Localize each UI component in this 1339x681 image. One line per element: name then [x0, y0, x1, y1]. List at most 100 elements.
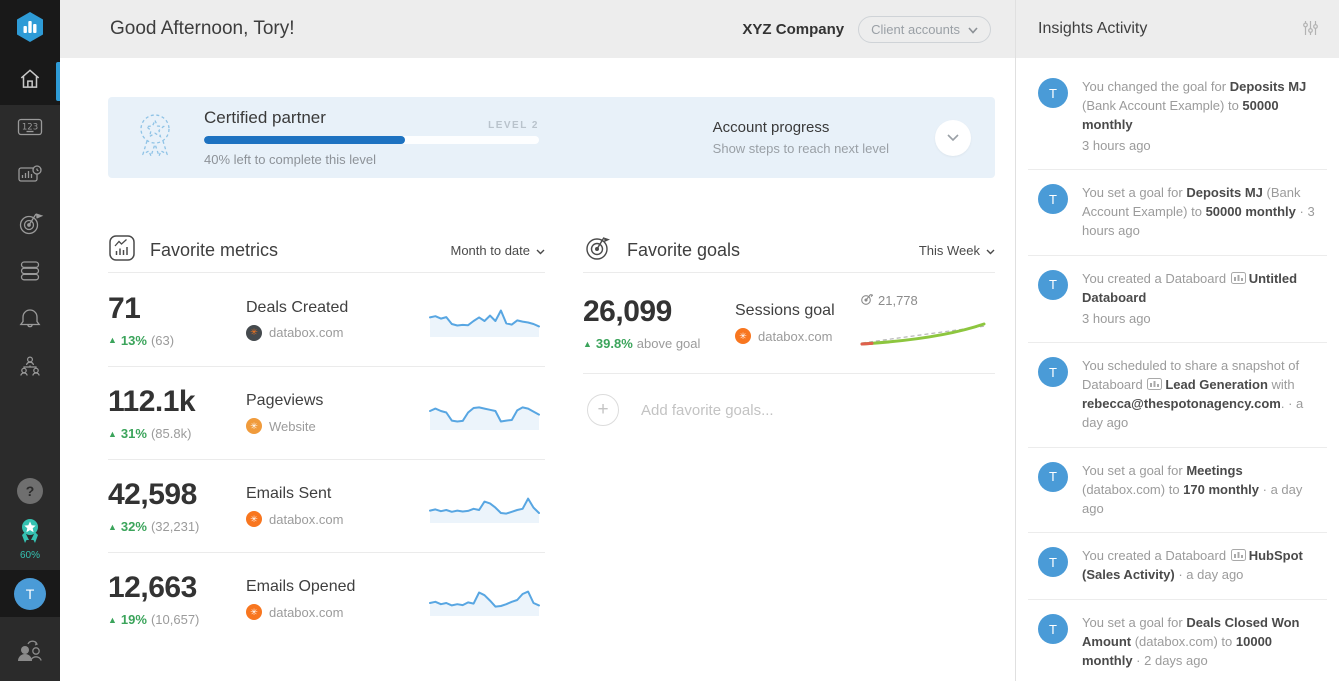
plus-icon: +	[587, 394, 619, 426]
metric-sparkline	[427, 485, 545, 527]
metric-source-label: databox.com	[269, 605, 343, 620]
account-progress-text: Account progress Show steps to reach nex…	[713, 119, 889, 156]
sidebar-item-datasources[interactable]	[0, 249, 60, 297]
activity-item[interactable]: TYou created a Databoard HubSpot (Sales …	[1028, 532, 1327, 599]
home-icon	[17, 66, 43, 97]
goals-target-icon	[583, 233, 613, 268]
sidebar-item-alerts[interactable]	[0, 297, 60, 345]
metric-label: Deals Created	[246, 299, 427, 317]
activity-text: You changed the goal for Deposits MJ (Ba…	[1082, 78, 1323, 155]
metric-row[interactable]: 112.1k▲31%(85.8k)Pageviews✳Website	[108, 366, 545, 459]
metric-label: Emails Opened	[246, 578, 427, 596]
activity-timestamp: 2 days ago	[1144, 653, 1208, 668]
account-progress-title: Account progress	[713, 119, 889, 136]
hubspot-orange-source-icon: ✳	[246, 511, 262, 527]
goals-range-dropdown[interactable]: This Week	[919, 243, 995, 258]
target-icon	[860, 293, 873, 309]
sidebar-item-databoards[interactable]	[0, 153, 60, 201]
metric-sparkline	[427, 578, 545, 620]
goal-target-value: 21,778	[878, 293, 918, 308]
client-accounts-label: Client accounts	[871, 22, 960, 37]
active-indicator	[56, 62, 60, 101]
activity-filter-button[interactable]	[1298, 15, 1323, 44]
metric-value: 12,663	[108, 571, 246, 605]
partner-banner-subtitle: 40% left to complete this level	[204, 152, 539, 167]
metric-value: 42,598	[108, 478, 246, 512]
metric-delta: ▲13%(63)	[108, 333, 246, 348]
activity-item[interactable]: TYou set a goal for Deals Closed Won Amo…	[1028, 599, 1327, 681]
activity-timestamp: a day ago	[1186, 567, 1243, 582]
activity-text-segment: (databox.com) to	[1082, 482, 1183, 497]
user-avatar[interactable]: T	[0, 570, 60, 617]
metrics-chart-icon	[108, 234, 136, 267]
sidebar-item-referral[interactable]	[0, 626, 60, 681]
people-switch-icon	[15, 638, 45, 669]
activity-row: TYou set a goal for Deals Closed Won Amo…	[1038, 614, 1323, 671]
metric-delta: ▲31%(85.8k)	[108, 426, 246, 441]
metric-info: Emails Sent✳databox.com	[246, 485, 427, 527]
activity-item[interactable]: TYou scheduled to share a snapshot of Da…	[1028, 342, 1327, 446]
activity-row: TYou set a goal for Deposits MJ (Bank Ac…	[1038, 184, 1323, 241]
help-button[interactable]: ?	[17, 478, 43, 504]
goal-source-label: databox.com	[758, 329, 832, 344]
favorite-metrics-section: Favorite metrics Month to date 71▲13%(63…	[108, 228, 545, 645]
org-chart-icon	[16, 353, 44, 386]
metric-row[interactable]: 42,598▲32%(32,231)Emails Sent✳databox.co…	[108, 459, 545, 552]
metric-row[interactable]: 12,663▲19%(10,657)Emails Opened✳databox.…	[108, 552, 545, 645]
goal-info: Sessions goal✳databox.com	[735, 302, 860, 344]
activity-avatar: T	[1038, 184, 1068, 214]
metric-sparkline	[427, 299, 545, 341]
goal-row[interactable]: 26,099▲39.8%above goalSessions goal✳data…	[583, 273, 995, 373]
databox-logo[interactable]	[0, 0, 60, 58]
activity-row: TYou created a Databoard Untitled Databo…	[1038, 270, 1323, 329]
databoard-icon	[1147, 378, 1162, 390]
metrics-range-dropdown[interactable]: Month to date	[451, 243, 546, 258]
hubspot-orange-source-icon: ✳	[246, 604, 262, 620]
add-favorite-goals-button[interactable]: + Add favorite goals...	[583, 374, 995, 426]
badge-progress-label: 60%	[0, 550, 60, 561]
sidebar-item-scorecards[interactable]: 123	[0, 105, 60, 153]
activity-row: TYou changed the goal for Deposits MJ (B…	[1038, 78, 1323, 155]
activity-item[interactable]: TYou set a goal for Deposits MJ (Bank Ac…	[1028, 169, 1327, 255]
databoard-icon	[16, 162, 44, 193]
level-label: LEVEL 2	[488, 120, 539, 131]
activity-row: TYou set a goal for Meetings (databox.co…	[1038, 462, 1323, 519]
award-ribbon-icon	[134, 110, 176, 165]
sidebar: 123 ? 60% T	[0, 0, 60, 681]
metric-row[interactable]: 71▲13%(63)Deals Created✳databox.com	[108, 273, 545, 366]
progress-track	[204, 136, 539, 144]
activity-text-segment: You set a goal for	[1082, 615, 1186, 630]
goals-range-label: This Week	[919, 243, 980, 258]
client-accounts-dropdown[interactable]: Client accounts	[858, 16, 991, 43]
sidebar-item-account-hierarchy[interactable]	[0, 345, 60, 393]
activity-text: You created a Databoard HubSpot (Sales A…	[1082, 547, 1323, 585]
activity-avatar: T	[1038, 270, 1068, 300]
activity-text-segment: Lead Generation	[1165, 377, 1268, 392]
databox-app: 123 ? 60% T Good Afternoo	[0, 0, 1339, 681]
metric-source-label: Website	[269, 419, 316, 434]
insights-activity-title: Insights Activity	[1038, 20, 1147, 38]
chevron-down-icon	[986, 243, 995, 258]
sidebar-item-home[interactable]	[0, 58, 60, 105]
activity-item[interactable]: TYou changed the goal for Deposits MJ (B…	[1028, 64, 1327, 169]
expand-progress-button[interactable]	[935, 120, 971, 156]
favorite-goals-header: Favorite goals This Week	[583, 228, 995, 272]
goal-label: Sessions goal	[735, 302, 860, 320]
activity-text: You set a goal for Deals Closed Won Amou…	[1082, 614, 1323, 671]
sidebar-item-goals[interactable]	[0, 201, 60, 249]
activity-text-segment: You changed the goal for	[1082, 79, 1230, 94]
goal-target-icon	[16, 209, 44, 242]
metric-value-block: 71▲13%(63)	[108, 292, 246, 348]
activity-item[interactable]: TYou created a Databoard Untitled Databo…	[1028, 255, 1327, 343]
certification-badge[interactable]: 60%	[0, 516, 60, 561]
metric-source-label: databox.com	[269, 512, 343, 527]
level-progress: LEVEL 2	[204, 136, 539, 144]
activity-item[interactable]: TYou set a goal for Meetings (databox.co…	[1028, 447, 1327, 533]
activity-text-segment: (databox.com) to	[1131, 634, 1236, 649]
goal-rows: 26,099▲39.8%above goalSessions goal✳data…	[583, 273, 995, 373]
metric-source: ✳ databox.com	[246, 604, 427, 620]
databoard-icon	[1231, 272, 1246, 284]
metric-info: Pageviews✳Website	[246, 392, 427, 434]
metric-label: Pageviews	[246, 392, 427, 410]
databoard-icon	[1231, 549, 1246, 561]
